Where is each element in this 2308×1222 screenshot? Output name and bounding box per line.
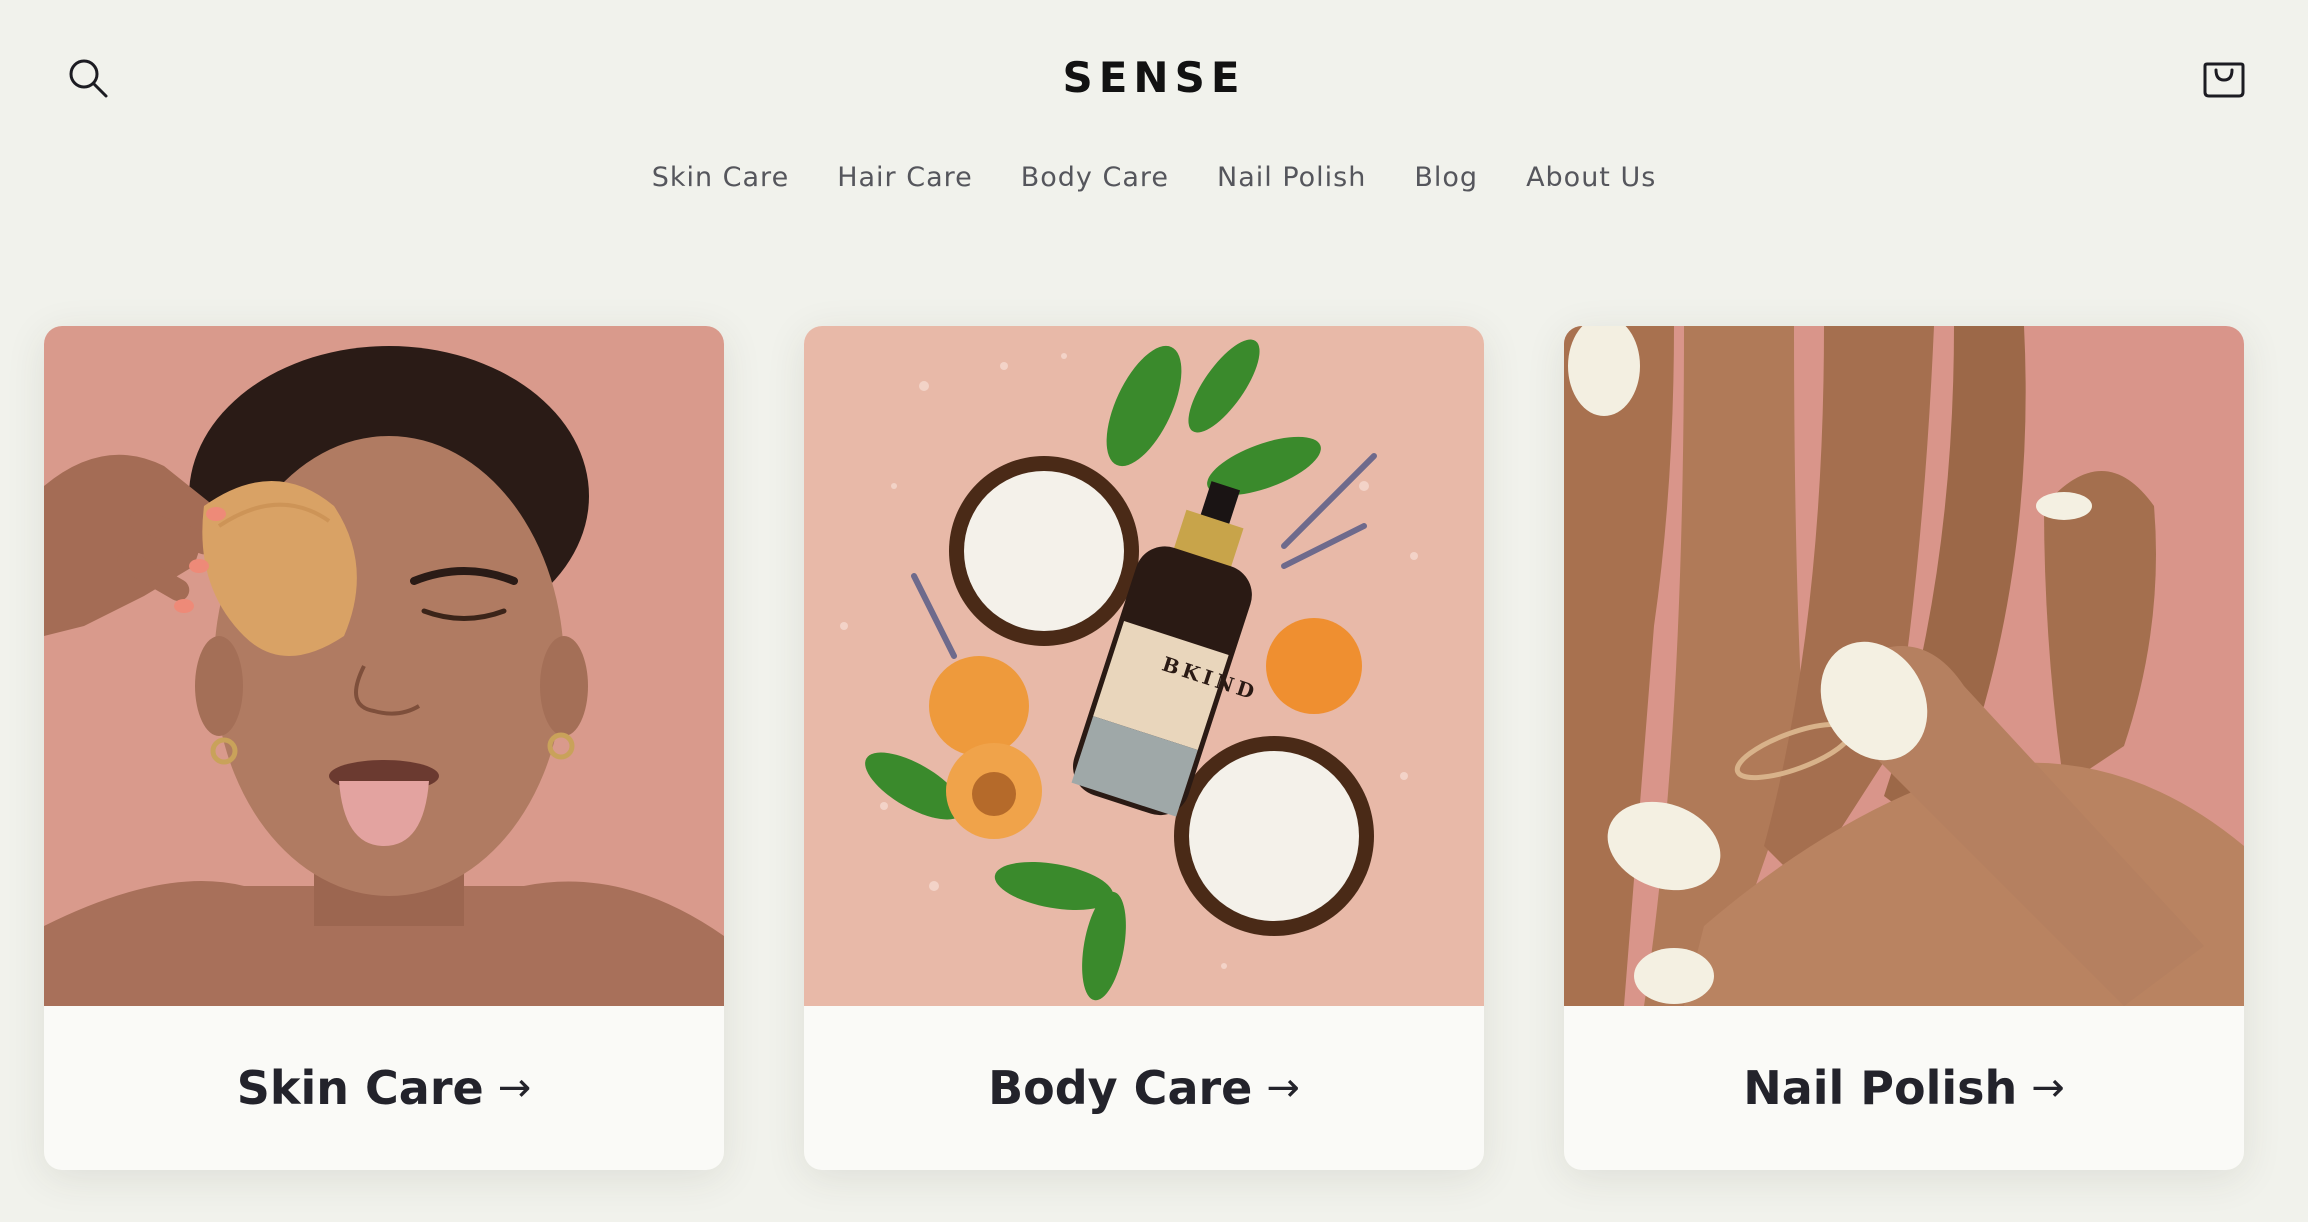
nail-polish-image[interactable] [1564,326,2244,1006]
collection-caption-body-care[interactable]: Body Care → [804,1006,1484,1170]
site-logo[interactable]: SENSE [0,52,2308,104]
nav-item-hair-care[interactable]: Hair Care [837,162,973,193]
nav-item-skin-care[interactable]: Skin Care [652,162,790,193]
nav-item-blog[interactable]: Blog [1414,162,1478,193]
main-navigation: Skin Care Hair Care Body Care Nail Polis… [0,162,2308,193]
collection-title: Skin Care [236,1061,484,1115]
collection-card-body-care[interactable]: BKIND Body Care → [804,326,1484,1170]
cart-icon [2203,62,2245,98]
cart-button[interactable] [2198,52,2250,104]
body-care-image[interactable]: BKIND [804,326,1484,1006]
collection-card-skin-care[interactable]: Skin Care → [44,326,724,1170]
arrow-right-icon: → [2031,1065,2065,1111]
nav-item-nail-polish[interactable]: Nail Polish [1217,162,1366,193]
collection-card-nail-polish[interactable]: Nail Polish → [1564,326,2244,1170]
nav-item-body-care[interactable]: Body Care [1021,162,1169,193]
nav-item-about-us[interactable]: About Us [1526,162,1656,193]
arrow-right-icon: → [1266,1065,1300,1111]
site-header: SENSE Skin Care Hair Care Body Care Nail… [0,0,2308,193]
collection-caption-skin-care[interactable]: Skin Care → [44,1006,724,1170]
collection-title: Nail Polish [1743,1061,2018,1115]
collection-caption-nail-polish[interactable]: Nail Polish → [1564,1006,2244,1170]
skin-care-image[interactable] [44,326,724,1006]
arrow-right-icon: → [497,1065,532,1111]
collection-grid: Skin Care → BKIND Body Care → Nail Polis… [44,326,2244,1170]
collection-title: Body Care [988,1061,1253,1115]
